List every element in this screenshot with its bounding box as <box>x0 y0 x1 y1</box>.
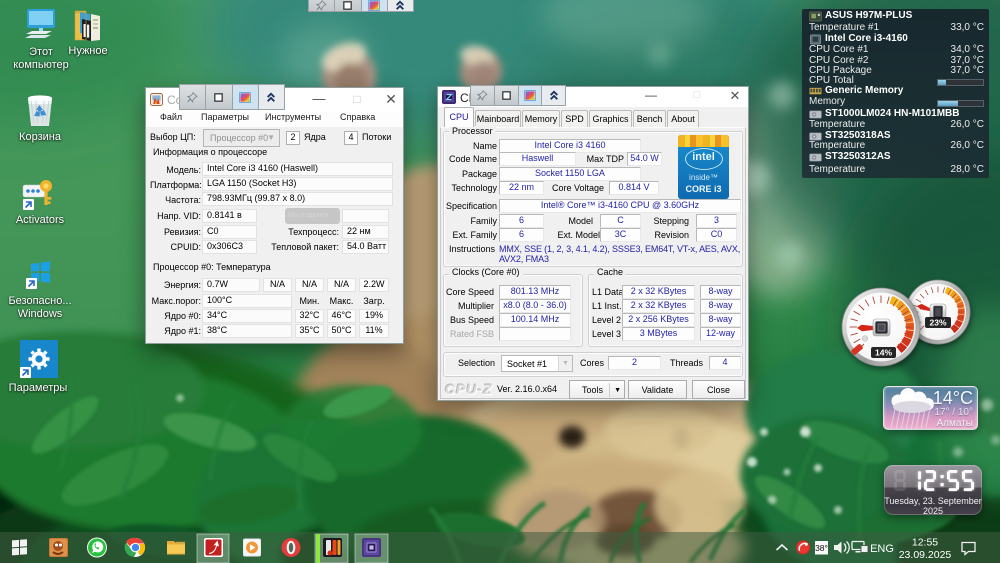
svg-text:12:55: 12:55 <box>912 537 938 549</box>
svg-text:ENG: ENG <box>870 543 894 555</box>
svg-text:23%: 23% <box>929 318 946 328</box>
svg-text:23.09.2025: 23.09.2025 <box>899 549 952 561</box>
svg-text:14%: 14% <box>875 348 892 358</box>
svg-text:38°: 38° <box>815 543 828 553</box>
